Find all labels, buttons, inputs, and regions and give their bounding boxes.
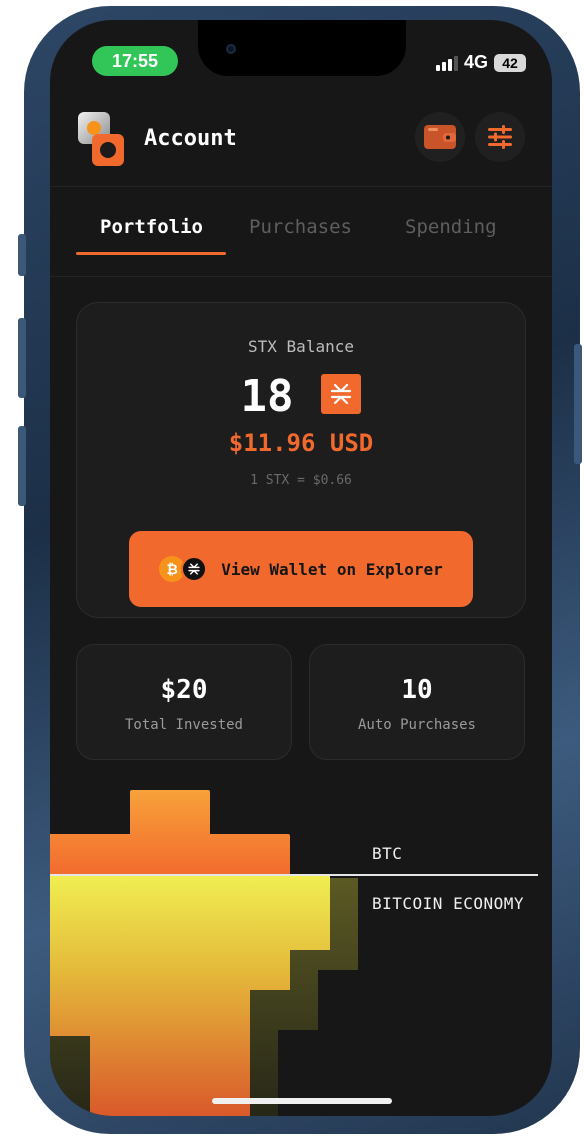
exchange-rate: 1 STX = $0.66 — [250, 473, 352, 488]
explorer-button-label: View Wallet on Explorer — [221, 559, 443, 579]
balance-label: STX Balance — [248, 337, 354, 356]
status-indicators: 4G 42 — [435, 52, 526, 73]
page-title: Account — [144, 126, 237, 151]
pixel-art-graphic — [50, 790, 358, 1116]
wallet-icon — [424, 125, 456, 149]
balance-row: 18 — [77, 371, 525, 422]
status-time: 17:55 — [92, 46, 178, 76]
app-header: Account — [50, 104, 552, 186]
tab-portfolio[interactable]: Portfolio — [100, 216, 203, 238]
front-camera — [226, 44, 236, 54]
btc-label: BTC — [372, 844, 403, 863]
network-label: 4G — [463, 52, 488, 72]
tab-purchases[interactable]: Purchases — [249, 216, 352, 238]
active-tab-indicator — [76, 252, 226, 255]
coin-pair: ₿ — [159, 556, 208, 582]
total-invested-card: $20 Total Invested — [76, 644, 292, 760]
bitcoin-economy-illustration: BTC BITCOIN ECONOMY — [50, 790, 552, 1116]
battery-icon: 42 — [494, 53, 526, 72]
tab-spending[interactable]: Spending — [405, 216, 497, 238]
sliders-icon — [488, 125, 512, 149]
bitcoin-economy-label: BITCOIN ECONOMY — [372, 894, 524, 913]
app-screen: 17:55 4G 42 Account Portfolio Purchases … — [50, 20, 552, 1116]
mute-switch — [18, 234, 26, 276]
balance-amount: 18 — [240, 371, 294, 422]
total-invested-label: Total Invested — [124, 717, 243, 733]
header-divider — [50, 186, 552, 187]
signal-icon — [435, 55, 458, 71]
tabs-divider — [50, 276, 552, 277]
power-button — [574, 344, 582, 464]
total-invested-value: $20 — [160, 675, 208, 705]
stx-icon — [321, 373, 362, 414]
balance-usd: $11.96 USD — [228, 429, 374, 457]
view-wallet-explorer-button[interactable]: ₿ View Wallet on Explorer — [129, 531, 473, 607]
auto-purchases-value: 10 — [401, 675, 433, 705]
wallet-button[interactable] — [415, 112, 465, 162]
app-logo-icon — [92, 134, 124, 166]
volume-down-button — [18, 426, 26, 506]
auto-purchases-card: 10 Auto Purchases — [309, 644, 525, 760]
balance-card: STX Balance 18 $11.96 USD 1 STX = $0.66 … — [76, 302, 526, 618]
auto-purchases-label: Auto Purchases — [357, 717, 476, 733]
stacks-icon — [181, 556, 208, 582]
settings-button[interactable] — [475, 112, 525, 162]
home-indicator[interactable] — [212, 1098, 392, 1104]
volume-up-button — [18, 318, 26, 398]
illustration-divider-line — [50, 874, 538, 876]
account-avatar[interactable] — [78, 112, 126, 166]
